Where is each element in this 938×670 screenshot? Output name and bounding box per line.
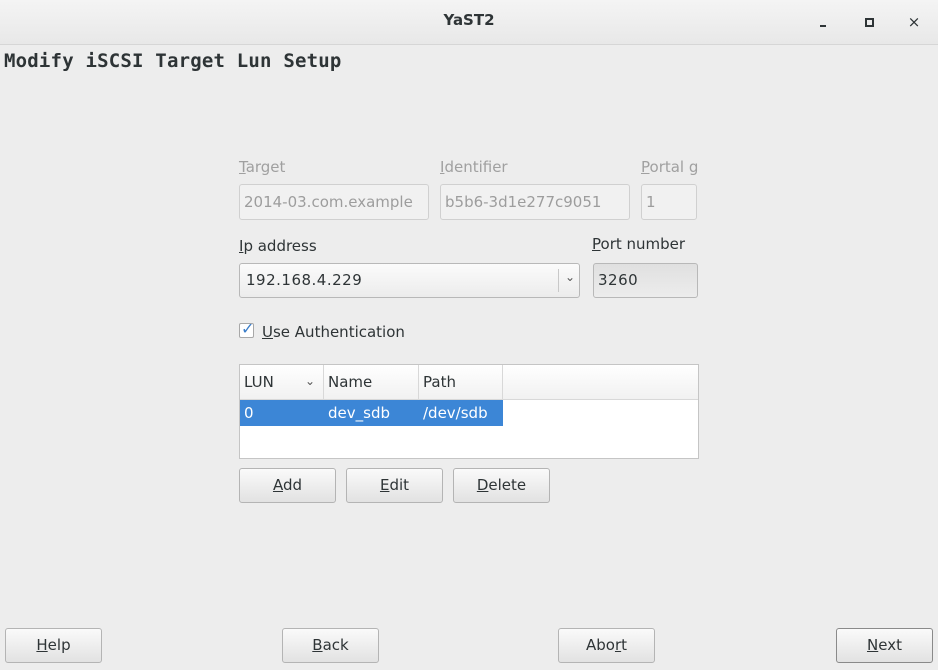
window-title: YaST2 (443, 11, 495, 29)
column-header-lun[interactable]: LUN ⌄ (240, 365, 324, 399)
ip-address-dropdown[interactable]: 192.168.4.229 ⌄ (239, 263, 580, 298)
lun-table[interactable]: LUN ⌄ Name Path 0 dev_sdb /dev/sdb (239, 364, 699, 459)
next-button[interactable]: Next (836, 628, 933, 663)
cell-lun: 0 (244, 404, 254, 422)
use-authentication-checkbox[interactable]: ✓ (239, 319, 254, 338)
portal-group-field: 1 (641, 184, 697, 220)
cell-path: /dev/sdb (423, 404, 488, 422)
cell-name: dev_sdb (328, 404, 390, 422)
page-title: Modify iSCSI Target Lun Setup (4, 50, 342, 72)
close-icon[interactable]: × (902, 10, 926, 34)
identifier-field: b5b6-3d1e277c9051 (440, 184, 630, 220)
back-button[interactable]: Back (282, 628, 379, 663)
table-row[interactable]: 0 dev_sdb /dev/sdb (240, 400, 503, 426)
column-header-name[interactable]: Name (324, 365, 419, 399)
maximize-icon[interactable] (857, 10, 881, 34)
lun-table-header: LUN ⌄ Name Path (240, 365, 698, 400)
target-label: Target (239, 158, 286, 176)
column-header-path[interactable]: Path (419, 365, 503, 399)
target-field: 2014-03.com.example (239, 184, 429, 220)
use-authentication-label[interactable]: Use Authentication (262, 323, 405, 341)
dropdown-separator (558, 269, 559, 292)
portal-group-label: Portal g (641, 158, 698, 176)
minimize-icon[interactable] (811, 10, 835, 34)
window-titlebar: YaST2 × (0, 0, 938, 45)
port-number-field[interactable]: 3260 (593, 263, 698, 298)
port-number-label: Port number (592, 235, 686, 253)
help-button[interactable]: Help (5, 628, 102, 663)
sort-chevron-icon: ⌄ (304, 374, 315, 388)
checkmark-icon: ✓ (241, 319, 255, 338)
edit-button[interactable]: Edit (346, 468, 443, 503)
ip-address-label: Ip address (239, 237, 317, 255)
identifier-label: Identifier (440, 158, 508, 176)
add-button[interactable]: Add (239, 468, 336, 503)
abort-button[interactable]: Abort (558, 628, 655, 663)
ip-address-value: 192.168.4.229 (246, 271, 363, 289)
chevron-down-icon[interactable]: ⌄ (565, 270, 575, 284)
delete-button[interactable]: Delete (453, 468, 550, 503)
